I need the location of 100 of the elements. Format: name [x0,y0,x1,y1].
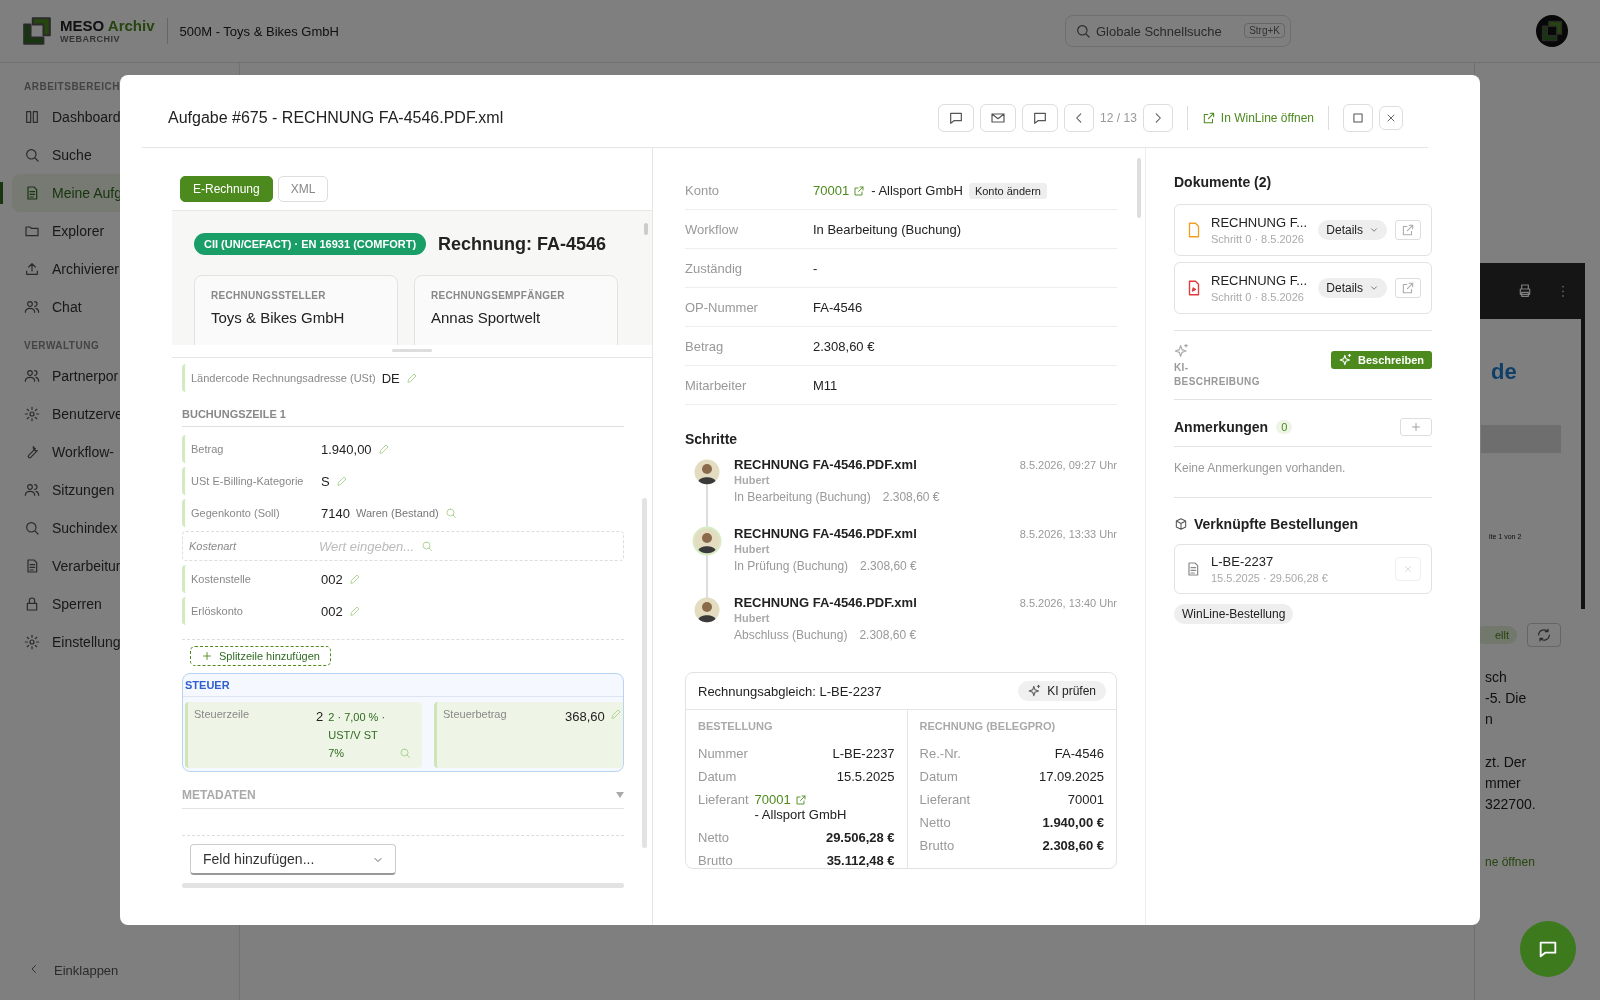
row-label: Re.-Nr. [919,746,961,761]
add-split-button[interactable]: Splitzeile hinzufügen [190,646,331,666]
brand-subtitle: WEBARCHIV [60,34,121,44]
value-input[interactable]: Wert eingeben... [319,538,415,554]
property-label: Zuständig [685,261,744,276]
section-title: Verknüpfte Bestellungen [1194,516,1359,532]
speech-bubble-icon [1032,110,1049,126]
describe-button[interactable]: Beschreiben [1330,351,1432,369]
field-value[interactable]: 002 [321,571,343,587]
close-button[interactable] [1379,106,1403,130]
sidebar-item[interactable]: Suche [12,136,227,174]
add-field-dropdown[interactable]: Feld hinzufügen... [190,844,396,875]
body-text: 322700. [1485,795,1537,814]
resize-handle[interactable] [392,349,432,352]
step-time: 8.5.2026, 09:27 Uhr [1019,459,1117,471]
dialog-title: Aufgabe #675 - RECHNUNG FA-4546.PDF.xml [168,109,504,127]
scrollbar[interactable] [182,883,624,888]
field-value[interactable]: 7140 [321,505,350,521]
order-tag: WinLine-Bestellung [1174,604,1294,624]
party-name: Toys & Bikes GmbH [211,309,346,326]
document-icon [1185,561,1201,577]
row-value: 35.112,48 € [826,853,895,868]
property-label: OP-Nummer [685,300,759,315]
user-avatar[interactable] [1536,15,1568,47]
row-label: Lieferant [919,792,971,807]
mail-button[interactable] [980,104,1017,132]
order-number: L-BE-2237 [1211,554,1275,569]
open-link[interactable]: ne öffnen [1485,855,1585,869]
sparkle-icon [1174,343,1190,359]
document-meta: Schritt 0 · 8.5.2026 [1211,291,1305,303]
scrollbar[interactable] [642,498,647,848]
row-value: - Allsport GmbH [754,807,847,822]
search-icon[interactable] [421,540,433,552]
document-icon [24,558,40,574]
metadata-header[interactable]: METADATEN [182,772,624,809]
step-time: 8.5.2026, 13:40 Uhr [1019,597,1117,609]
field-value[interactable]: 368,60 [565,708,605,726]
row-value: FA-4546 [1054,746,1104,761]
property-label: Mitarbeiter [685,378,748,393]
open-external-button[interactable] [1395,220,1421,240]
property-label: Betrag [685,339,725,354]
search-icon[interactable] [399,747,412,759]
card-title: Rechnungsabgleich: L-BE-2237 [698,683,882,699]
remove-button[interactable] [1395,557,1421,581]
field-value[interactable]: DE [381,370,400,386]
users-icon [24,482,40,498]
add-note-button[interactable] [1400,418,1432,436]
upload-icon [24,261,40,277]
supplier-link[interactable]: 70001 [754,792,807,807]
invoice-heading: Rechnung: FA-4546 [438,233,607,255]
message-button[interactable] [1022,104,1059,132]
open-external-button[interactable] [1395,278,1421,298]
field-value[interactable]: 002 [321,603,343,619]
pencil-icon[interactable] [405,372,418,384]
comment-button[interactable] [938,104,975,132]
pencil-icon[interactable] [609,708,622,720]
view-tab[interactable]: XML [277,176,329,202]
search-icon [24,520,40,536]
chat-button[interactable] [1520,921,1576,977]
next-button[interactable] [1142,104,1173,132]
pencil-icon[interactable] [377,443,390,455]
field-label: USt E-Billing-Kategorie [191,475,305,487]
pencil-icon[interactable] [348,573,361,585]
step-user: Hubert [734,612,771,624]
document-card[interactable]: RECHNUNG F... Schritt 0 · 8.5.2026 Details [1174,262,1432,314]
change-account-button[interactable]: Konto ändern [968,182,1047,199]
pencil-icon[interactable] [348,605,361,617]
format-badge: CII (UN/CEFACT) · EN 16931 (COMFORT) [194,233,427,255]
row-label: Nummer [698,746,748,761]
details-dropdown[interactable]: Details [1318,278,1387,298]
details-dropdown[interactable]: Details [1318,220,1387,240]
row-label: Netto [698,830,730,845]
refresh-button[interactable] [1527,623,1562,647]
scrollbar[interactable] [644,223,648,235]
field-value[interactable]: S [321,473,330,489]
field-value[interactable]: 1.940,00 [321,441,372,457]
maximize-button[interactable] [1343,104,1373,132]
body-text: mmer [1485,774,1522,793]
field-value[interactable]: 2 [316,708,324,726]
pencil-icon[interactable] [335,475,348,487]
scrollbar[interactable] [1137,158,1141,218]
row-value: 70001 [1067,792,1104,807]
property-value: FA-4546 [813,300,863,315]
previous-button[interactable] [1064,104,1095,132]
section-title: Schritte [685,431,739,447]
ai-check-button[interactable]: KI prüfen [1018,681,1106,701]
empty-message: Keine Anmerkungen vorhanden. [1174,460,1347,477]
printer-icon[interactable] [1517,283,1533,299]
open-in-winline-link[interactable]: In WinLine öffnen [1201,111,1314,125]
view-tab[interactable]: E-Rechnung [180,176,273,202]
field-note: 2 · 7,00 % · UST/V ST 7% [328,710,387,761]
document-card[interactable]: RECHNUNG F... Schritt 0 · 8.5.2026 Details [1174,204,1432,256]
account-link[interactable]: 70001 [813,183,866,198]
order-card[interactable]: L-BE-2237 15.5.2025 · 29.506,28 € [1174,544,1432,594]
property-value: In Bearbeitung (Buchung) [813,222,962,237]
search-icon[interactable] [444,507,457,519]
collapse-button[interactable]: Einklappen [0,963,239,978]
users-icon [24,299,40,315]
row-value: L-BE-2237 [832,746,895,761]
mail-icon [990,110,1007,126]
